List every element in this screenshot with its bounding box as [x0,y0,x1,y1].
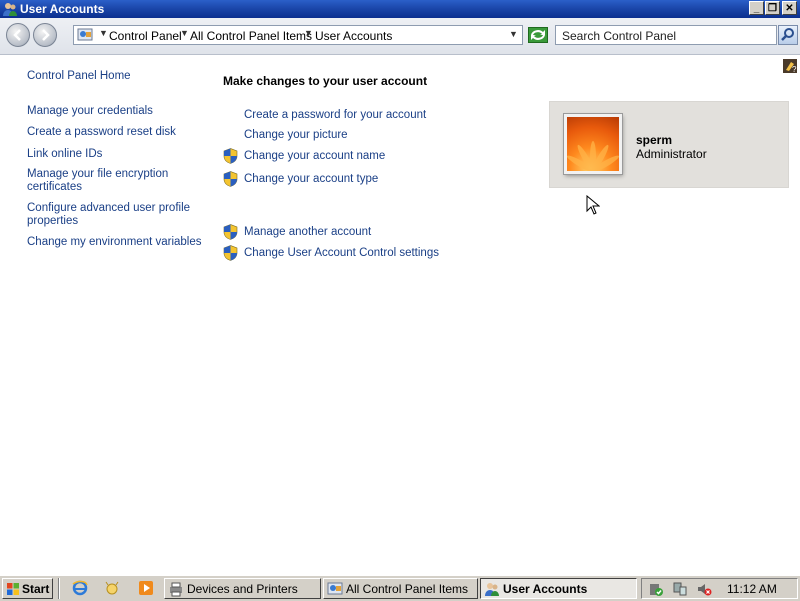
window-title: User Accounts [20,2,105,16]
network-icon[interactable] [672,581,688,597]
back-button[interactable] [6,23,30,47]
forward-arrow-icon [42,29,50,41]
minimize-button[interactable]: _ [749,1,764,15]
avatar[interactable] [564,114,622,174]
taskbar-user-accounts[interactable]: User Accounts [480,578,637,599]
taskbar-button-label: User Accounts [503,582,588,596]
page-title: Make changes to your user account [223,74,428,88]
uac-settings-link[interactable]: Change User Account Control settings [244,247,439,259]
change-picture-link[interactable]: Change your picture [244,129,348,141]
security-shield-icon[interactable] [648,581,664,597]
mouse-cursor-icon [586,195,600,215]
search-button[interactable] [778,25,798,45]
help-icon[interactable]: ? [782,58,798,74]
breadcrumb-control-panel[interactable]: Control Panel [109,29,182,43]
uac-shield-icon [223,224,238,240]
user-accounts-app-icon [3,3,17,16]
refresh-icon [531,30,545,40]
svg-text:?: ? [792,65,797,74]
advanced-profile-link[interactable]: Configure advanced user profile properti… [27,202,202,228]
close-button[interactable]: ✕ [782,1,797,15]
breadcrumb-user-accounts[interactable]: User Accounts [315,29,392,43]
environment-variables-link[interactable]: Change my environment variables [27,236,202,249]
explorer-folder-icon[interactable] [104,580,120,596]
windows-flag-icon [7,583,19,595]
manage-another-account-link[interactable]: Manage another account [244,226,371,238]
maximize-button[interactable]: ❐ [765,1,780,15]
taskbar: Start Devices and Printers All Control P… [0,575,800,601]
system-tray: 11:12 AM [641,578,798,599]
breadcrumb-arrow-icon[interactable]: ▼ [180,28,189,38]
flower-picture-icon [567,141,619,171]
user-role: Administrator [636,147,707,161]
uac-shield-icon [223,245,238,261]
forward-button[interactable] [33,23,57,47]
password-reset-disk-link[interactable]: Create a password reset disk [27,126,202,139]
uac-shield-icon [223,171,238,187]
control-panel-icon [77,28,93,41]
change-account-name-link[interactable]: Change your account name [244,150,385,162]
breadcrumb-all-items[interactable]: All Control Panel Items [190,29,312,43]
user-name: sperm [636,133,673,147]
user-account-tile: sperm Administrator [549,101,789,188]
taskbar-all-control-panel-items[interactable]: All Control Panel Items [323,578,478,599]
breadcrumb-arrow-icon[interactable]: ▼ [99,28,108,38]
taskbar-devices-and-printers[interactable]: Devices and Printers [164,578,321,599]
back-arrow-icon [13,29,21,41]
file-encryption-link[interactable]: Manage your file encryption certificates [27,168,202,194]
taskbar-separator [58,578,60,599]
address-bar[interactable]: ▼ Control Panel ▼ All Control Panel Item… [73,25,523,45]
address-dropdown-icon[interactable]: ▼ [509,29,518,39]
uac-shield-icon [223,148,238,164]
refresh-button[interactable] [528,27,548,43]
create-password-link[interactable]: Create a password for your account [244,109,426,121]
navigation-bar: ▼ Control Panel ▼ All Control Panel Item… [0,18,800,55]
breadcrumb-arrow-icon[interactable]: ▼ [304,28,313,38]
search-icon [781,28,794,41]
start-button[interactable]: Start [2,578,53,599]
taskbar-button-label: All Control Panel Items [346,582,469,596]
user-accounts-icon [485,583,499,596]
search-input[interactable]: Search Control Panel [555,25,777,45]
volume-muted-icon[interactable] [696,581,712,597]
internet-explorer-icon[interactable] [72,580,88,596]
media-player-icon[interactable] [138,580,154,596]
clock[interactable]: 11:12 AM [727,582,777,596]
title-bar[interactable]: User Accounts _ ❐ ✕ [0,0,800,18]
change-account-type-link[interactable]: Change your account type [244,173,378,185]
start-label: Start [22,582,50,596]
taskbar-button-label: Devices and Printers [187,582,298,596]
control-panel-home-link[interactable]: Control Panel Home [27,70,202,83]
link-online-ids-link[interactable]: Link online IDs [27,148,202,161]
control-panel-icon [327,582,343,595]
printer-icon [170,582,182,597]
manage-credentials-link[interactable]: Manage your credentials [27,105,202,118]
